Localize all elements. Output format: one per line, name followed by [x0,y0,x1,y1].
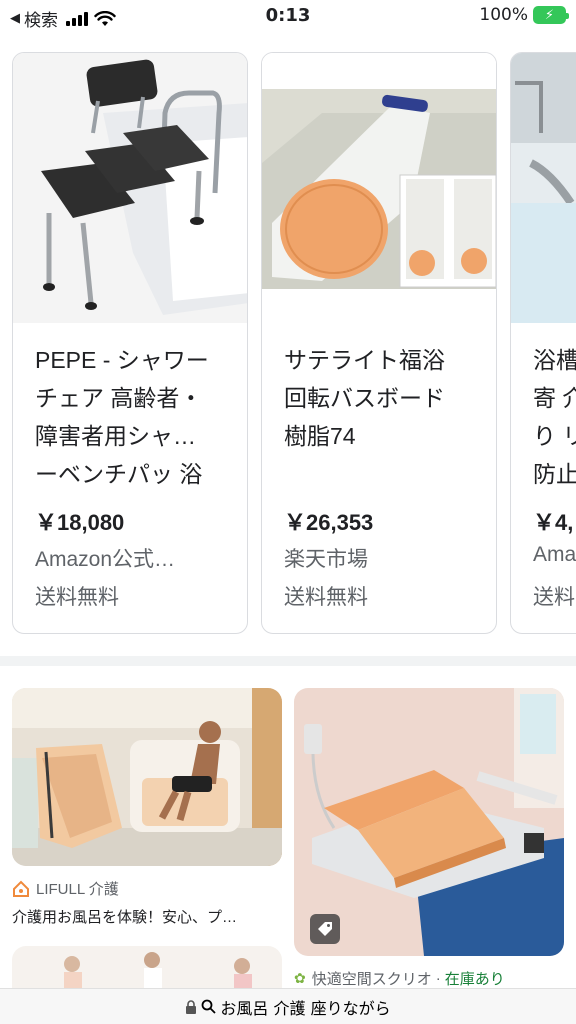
lock-icon [186,999,197,1014]
address-query: お風呂 介護 座りながら [220,998,391,1018]
leaf-logo-icon: ✿ [294,970,306,986]
product-price: ￥26,353 [284,510,374,535]
product-title[interactable]: 浴槽 寄 介 り リ 防止 [533,341,576,493]
product-image-bath-board [262,53,496,323]
in-stock-label: 在庫あり [444,971,505,988]
image-source[interactable]: LIFULL 介護 [12,878,119,899]
title-line: 回転バスボード [284,385,445,411]
product-card[interactable]: PEPE - シャワー チェア 高齢者・ 障害者用シャ… ーベンチパッ 浴 ￥1… [12,52,248,634]
product-shipping: 送料 [533,586,575,609]
title-line: 浴槽 [533,347,576,373]
source-name: 快適空間スクリオ [311,971,432,988]
battery-status: 100% ⚡ [479,5,569,25]
product-price: ￥18,080 [35,510,125,535]
product-seller: Amazon公式… [35,548,176,571]
image-result-bath-lift[interactable] [294,688,564,956]
title-line: PEPE - シャワー [35,347,209,373]
product-seller: 楽天市場 [284,548,368,571]
product-shipping: 送料無料 [35,586,119,609]
product-seller: Ama [533,543,576,566]
product-title[interactable]: PEPE - シャワー チェア 高齢者・ 障害者用シャ… ーベンチパッ 浴 [35,341,231,493]
product-shipping: 送料無料 [284,586,368,609]
product-price: ￥4, [533,510,574,535]
shopping-carousel[interactable]: PEPE - シャワー チェア 高齢者・ 障害者用シャ… ーベンチパッ 浴 ￥1… [0,52,576,634]
address-bar[interactable]: お風呂 介護 座りながら [0,988,576,1024]
battery-charging-icon: ⚡ [533,6,569,24]
price-tag-icon [318,922,332,936]
search-icon [202,999,217,1014]
image-result-bathing-unit[interactable] [12,688,282,866]
product-card[interactable]: 浴槽 寄 介 り リ 防止 ￥4, Ama 送料 [510,52,576,634]
house-logo-icon [12,880,30,898]
tag-badge [310,914,340,944]
title-line: 寄 介 [533,385,576,411]
image-source[interactable]: ✿ 快適空間スクリオ · 在庫あり [294,968,505,989]
section-divider [0,656,576,666]
source-separator: · [435,970,441,987]
title-line: チェア 高齢者・ [35,385,203,411]
product-card[interactable]: サテライト福浴 回転バスボード 樹脂74 ￥26,353 楽天市場 送料無料 [261,52,497,634]
product-title[interactable]: サテライト福浴 回転バスボード 樹脂74 [284,341,480,455]
source-name: LIFULL 介護 [36,881,119,898]
title-line: り リ [533,423,576,449]
product-image-bath-grip [511,53,576,323]
product-image-shower-bench [13,53,247,323]
title-line: 樹脂74 [284,423,356,449]
title-line: ーベンチパッ 浴 [35,461,203,487]
title-line: 障害者用シャ… [35,423,196,449]
title-line: 防止 [533,461,576,487]
title-line: サテライト福浴 [284,347,445,373]
status-bar: ◀ 検索 0:13 100% ⚡ [0,0,576,34]
image-snippet[interactable]: 介護用お風呂を体験！安心、プ… [12,906,282,927]
battery-percent: 100% [479,5,528,25]
